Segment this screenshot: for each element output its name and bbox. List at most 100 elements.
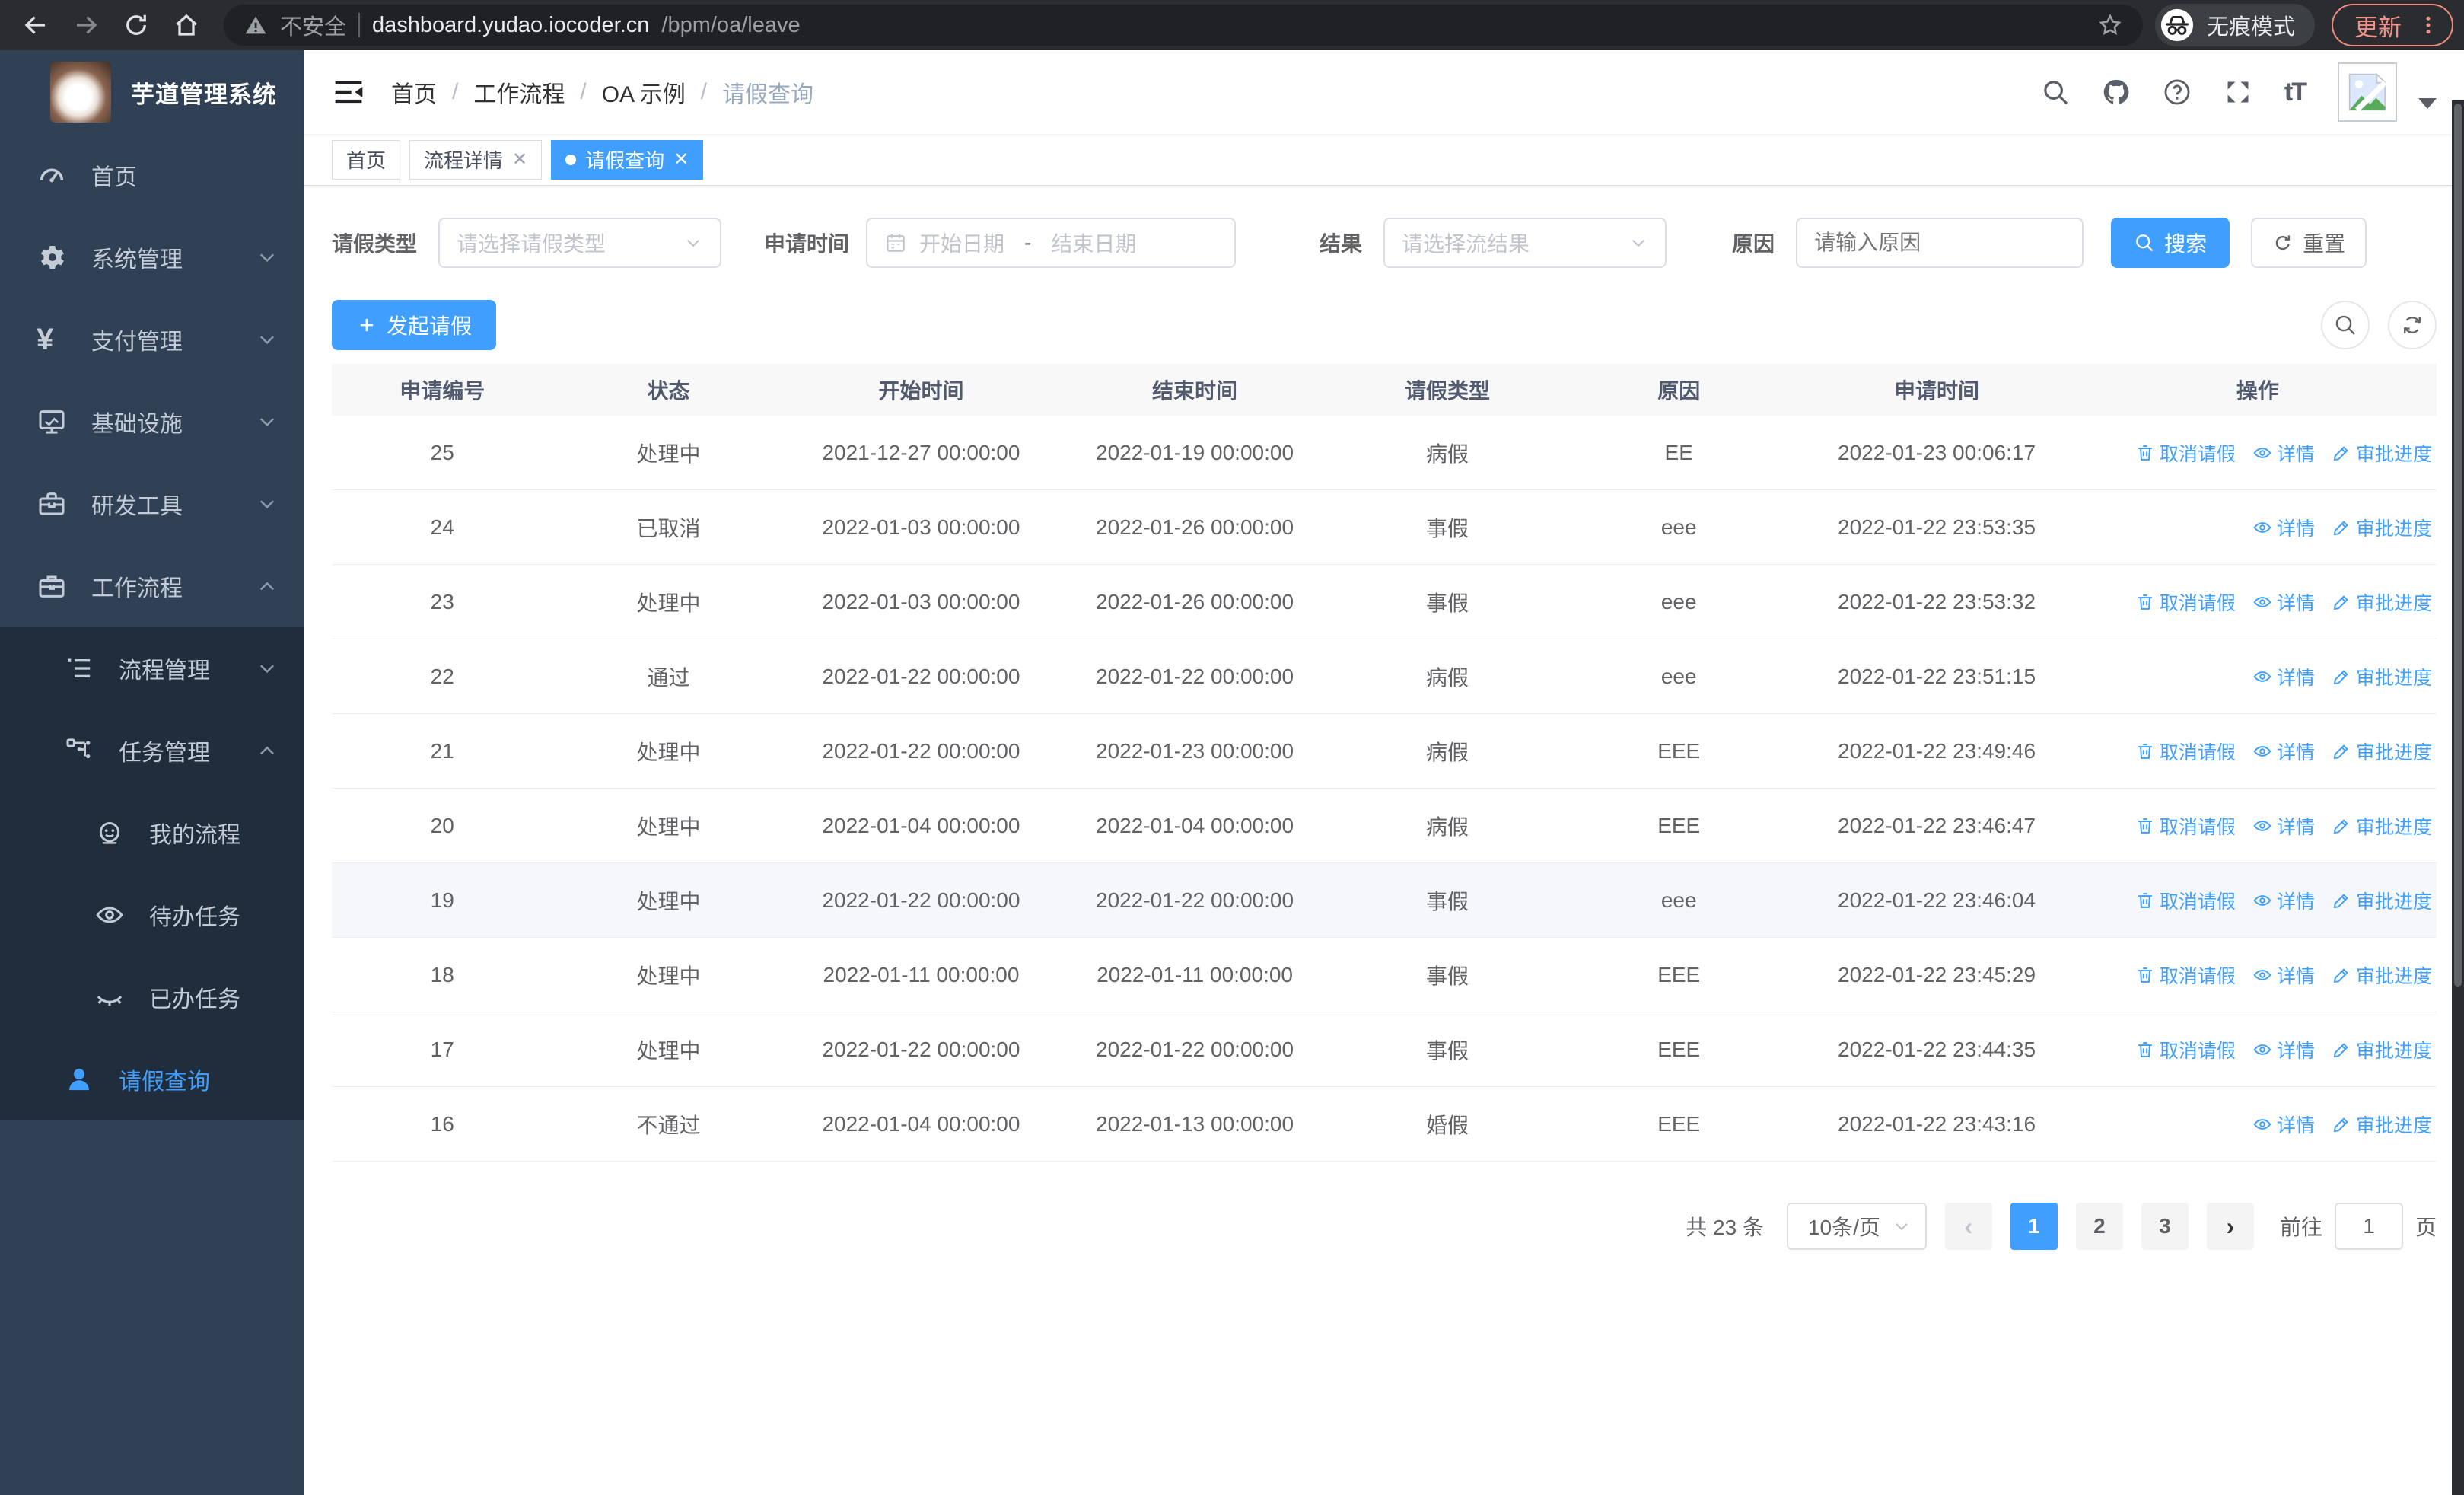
page-button-1[interactable]: 1 [2010, 1203, 2058, 1250]
result-select[interactable]: 请选择流结果 [1383, 218, 1667, 268]
breadcrumb-item[interactable]: 工作流程 [473, 75, 565, 109]
sidebar-item-done-tasks[interactable]: 已办任务 [0, 956, 304, 1038]
page-button-2[interactable]: 2 [2075, 1203, 2123, 1250]
scrollbar-thumb[interactable] [2454, 104, 2462, 987]
progress-action-link[interactable]: 审批进度 [2332, 588, 2432, 616]
pen-icon [2332, 816, 2351, 836]
tab-首页[interactable]: 首页 [332, 139, 401, 180]
progress-action-link[interactable]: 审批进度 [2332, 738, 2432, 765]
progress-action-link[interactable]: 审批进度 [2332, 1111, 2432, 1138]
address-bar[interactable]: 不安全 dashboard.yudao.iocoder.cn/bpm/oa/le… [224, 5, 2143, 46]
reason-input[interactable] [1796, 218, 2084, 268]
show-search-toggle-button[interactable] [2321, 301, 2370, 349]
progress-action-link[interactable]: 审批进度 [2332, 887, 2432, 914]
detail-action-link[interactable]: 详情 [2252, 961, 2315, 989]
cancel-action-link[interactable]: 取消请假 [2135, 588, 2236, 616]
close-icon[interactable]: ✕ [512, 148, 527, 171]
detail-action-link[interactable]: 详情 [2252, 514, 2315, 541]
page-scrollbar[interactable] [2452, 100, 2464, 1495]
browser-home-button[interactable] [161, 4, 212, 46]
refresh-table-button[interactable] [2388, 301, 2437, 349]
sidebar-item-infrastructure[interactable]: 基础设施 [0, 381, 304, 463]
cancel-action-link[interactable]: 取消请假 [2135, 439, 2236, 467]
sidebar-item-leave-query[interactable]: 请假查询 [0, 1038, 304, 1120]
kebab-menu-icon[interactable] [2417, 14, 2440, 37]
breadcrumb-item[interactable]: 首页 [391, 75, 437, 109]
browser-forward-button[interactable] [61, 4, 111, 46]
page-size-select[interactable]: 10条/页 [1786, 1203, 1927, 1250]
sidebar-item-my-process[interactable]: 我的流程 [0, 792, 304, 874]
leave-type-select[interactable]: 请选择请假类型 [438, 218, 722, 268]
app-logo-row[interactable]: 芋道管理系统 [0, 50, 304, 134]
security-warning-icon[interactable] [244, 13, 268, 37]
sidebar-item-task-mgmt[interactable]: 任务管理 [0, 709, 304, 792]
cell-type: 病假 [1425, 441, 1469, 466]
cancel-action-link[interactable]: 取消请假 [2135, 961, 2236, 989]
reset-button[interactable]: 重置 [2251, 218, 2367, 268]
github-icon[interactable] [2102, 78, 2131, 107]
cancel-action-link[interactable]: 取消请假 [2135, 738, 2236, 765]
progress-action-link[interactable]: 审批进度 [2332, 1036, 2432, 1063]
fullscreen-icon[interactable] [2224, 78, 2252, 107]
sidebar-item-system-mgmt[interactable]: 系统管理 [0, 216, 304, 298]
sidebar-item-workflow[interactable]: 工作流程 [0, 545, 304, 627]
cell-applied: 2022-01-22 23:43:16 [1838, 1111, 2036, 1136]
progress-action-link[interactable]: 审批进度 [2332, 514, 2432, 541]
page-button-3[interactable]: 3 [2141, 1203, 2189, 1250]
detail-action-link[interactable]: 详情 [2252, 663, 2315, 690]
search-button-label: 搜索 [2164, 232, 2208, 256]
header-search-icon[interactable] [2041, 78, 2070, 107]
detail-action-link[interactable]: 详情 [2252, 812, 2315, 840]
progress-action-link[interactable]: 审批进度 [2332, 663, 2432, 690]
browser-update-button[interactable]: 更新 [2332, 4, 2453, 46]
cell-status: 通过 [647, 665, 690, 690]
browser-reload-button[interactable] [111, 4, 161, 46]
action-label: 取消请假 [2159, 443, 2236, 465]
page-size-value: 10条/页 [1807, 1216, 1880, 1239]
detail-action-link[interactable]: 详情 [2252, 1111, 2315, 1138]
date-separator: - [1024, 231, 1032, 254]
sidebar-item-label: 工作流程 [91, 576, 183, 601]
prev-page-button[interactable]: ‹ [1944, 1203, 1992, 1250]
progress-action-link[interactable]: 审批进度 [2332, 812, 2432, 840]
sidebar-item-payment-mgmt[interactable]: ¥ 支付管理 [0, 298, 304, 381]
tab-请假查询[interactable]: 请假查询 ✕ [551, 139, 704, 180]
next-page-button[interactable]: › [2206, 1203, 2254, 1250]
sidebar-item-home[interactable]: 首页 [0, 134, 304, 216]
detail-action-link[interactable]: 详情 [2252, 887, 2315, 914]
progress-action-link[interactable]: 审批进度 [2332, 961, 2432, 989]
browser-back-button[interactable] [11, 4, 61, 46]
avatar[interactable] [2338, 62, 2397, 122]
cell-reason: eee [1660, 515, 1697, 539]
result-label: 结果 [1320, 232, 1363, 256]
cell-end: 2022-01-26 00:00:00 [1096, 589, 1294, 614]
sidebar-item-todo-tasks[interactable]: 待办任务 [0, 874, 304, 956]
breadcrumb-item[interactable]: OA 示例 [602, 75, 686, 109]
cancel-action-link[interactable]: 取消请假 [2135, 1036, 2236, 1063]
progress-action-link[interactable]: 审批进度 [2332, 439, 2432, 467]
search-button[interactable]: 搜索 [2111, 218, 2230, 268]
font-size-icon[interactable]: tT [2284, 78, 2307, 107]
avatar-caret-icon[interactable] [2418, 98, 2437, 109]
cell-start: 2022-01-03 00:00:00 [822, 515, 1020, 539]
close-icon[interactable]: ✕ [673, 148, 689, 171]
cancel-action-link[interactable]: 取消请假 [2135, 812, 2236, 840]
bookmark-star-icon[interactable] [2097, 12, 2123, 38]
sidebar-item-dev-tools[interactable]: 研发工具 [0, 463, 304, 545]
goto-page-input[interactable] [2334, 1203, 2403, 1250]
detail-action-link[interactable]: 详情 [2252, 738, 2315, 765]
create-leave-button[interactable]: 发起请假 [332, 300, 497, 350]
tab-流程详情[interactable]: 流程详情 ✕ [409, 139, 543, 180]
search-icon [2136, 234, 2154, 252]
result-placeholder: 请选择流结果 [1402, 232, 1530, 256]
detail-action-link[interactable]: 详情 [2252, 439, 2315, 467]
cancel-action-link[interactable]: 取消请假 [2135, 887, 2236, 914]
sidebar-item-label: 流程管理 [119, 658, 210, 684]
view-eye-icon [2252, 816, 2272, 836]
apply-time-range-picker[interactable]: 开始日期 - 结束日期 [866, 218, 1237, 268]
sidebar-collapse-button[interactable] [332, 75, 365, 109]
detail-action-link[interactable]: 详情 [2252, 1036, 2315, 1063]
help-icon[interactable] [2163, 78, 2192, 107]
sidebar-item-process-mgmt[interactable]: 流程管理 [0, 627, 304, 709]
detail-action-link[interactable]: 详情 [2252, 588, 2315, 616]
